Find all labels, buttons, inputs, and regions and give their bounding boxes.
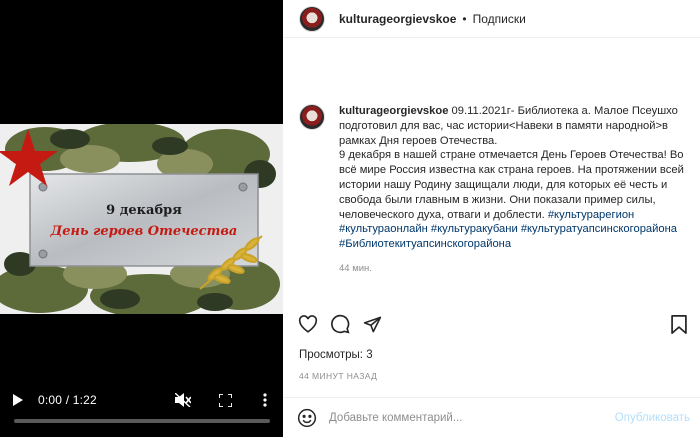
comment-input[interactable]	[329, 411, 589, 424]
video-frame[interactable]: 9 декабря День героев Отечества	[0, 124, 283, 314]
caption-timestamp: 44 мин.	[339, 262, 372, 274]
separator-dot: •	[462, 11, 467, 26]
video-progress-bar[interactable]	[14, 419, 270, 423]
hashtag-link[interactable]: #культуратуапсинскогорайона	[521, 223, 677, 235]
post-actions	[283, 310, 700, 338]
post-header: kulturageorgievskoe • Подписки	[283, 0, 700, 38]
posted-time: 44 МИНУТ НАЗАД	[299, 371, 378, 381]
caption-avatar[interactable]	[299, 104, 325, 130]
comment-bar: Опубликовать	[283, 397, 700, 437]
views-label: Просмотры:	[299, 349, 363, 361]
publish-button[interactable]: Опубликовать	[615, 412, 690, 424]
share-icon[interactable]	[361, 313, 383, 335]
hashtag-link[interactable]: #культураонлайн	[339, 223, 428, 235]
slide-illustration: 9 декабря День героев Отечества	[0, 124, 283, 314]
avatar[interactable]	[299, 5, 325, 32]
video-player[interactable]: 9 декабря День героев Отечества 0:00 / 1…	[0, 0, 283, 437]
emoji-icon[interactable]	[297, 408, 317, 428]
slide-title: День героев Отечества	[50, 224, 238, 239]
bookmark-icon[interactable]	[668, 313, 690, 335]
play-icon[interactable]	[6, 388, 30, 412]
mute-icon[interactable]	[171, 388, 195, 412]
fullscreen-icon[interactable]	[213, 388, 237, 412]
hashtag-link[interactable]: #культурарегион	[548, 209, 634, 221]
hashtag-link[interactable]: #культуракубани	[431, 223, 518, 235]
more-vertical-icon[interactable]	[253, 388, 277, 412]
views-number: 3	[366, 349, 373, 361]
post-caption: kulturageorgievskoe 09.11.2021г- Библиот…	[283, 38, 700, 316]
post-username[interactable]: kulturageorgievskoe	[339, 12, 456, 26]
post-panel: kulturageorgievskoe • Подписки kulturage…	[283, 0, 700, 437]
video-time: 0:00 / 1:22	[38, 393, 97, 407]
following-button[interactable]: Подписки	[473, 12, 526, 26]
slide-date: 9 декабря	[106, 203, 182, 218]
hashtag-link[interactable]: #Библиотекитуапсинскогорайона	[339, 238, 511, 250]
comment-icon[interactable]	[329, 313, 351, 335]
views-count[interactable]: Просмотры: 3	[299, 349, 373, 361]
caption-username[interactable]: kulturageorgievskoe	[339, 105, 448, 117]
video-controls: 0:00 / 1:22	[0, 388, 283, 412]
heart-icon[interactable]	[297, 313, 319, 335]
